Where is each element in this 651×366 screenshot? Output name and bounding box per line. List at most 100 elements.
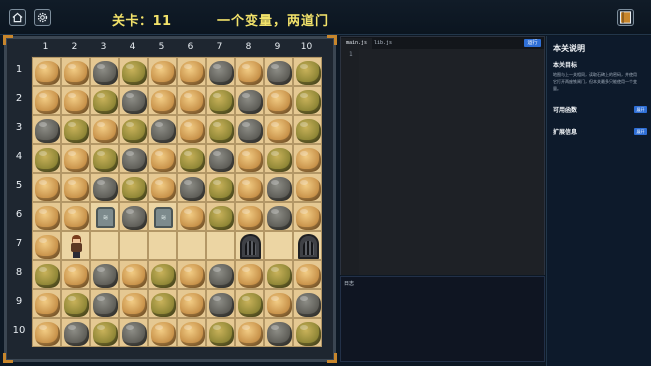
goal-title: 本关目标 <box>553 62 578 69</box>
sand-rock-icon <box>35 61 60 85</box>
grid-cell-moss-rock <box>32 260 61 289</box>
moss-rock-icon <box>151 264 176 288</box>
grid-cell-grey-rock <box>206 289 235 318</box>
grid-cell-sand-rock <box>32 289 61 318</box>
grid-cell-sand-rock <box>235 173 264 202</box>
grid-cell-sand-rock <box>235 318 264 347</box>
grid-cell-moss-rock <box>235 289 264 318</box>
moss-rock-icon <box>296 322 321 346</box>
sand-rock-icon <box>122 293 147 317</box>
sand-rock-icon <box>64 206 89 230</box>
moss-rock-icon <box>209 322 234 346</box>
sand-rock-icon <box>238 264 263 288</box>
grey-rock-icon <box>296 293 321 317</box>
moss-rock-icon <box>296 90 321 114</box>
sand-rock-icon <box>64 90 89 114</box>
info-title: 本关说明 <box>553 44 585 53</box>
grid-cell-moss-rock <box>61 289 90 318</box>
row-header: 8 <box>15 267 23 278</box>
sand-rock-icon <box>238 177 263 201</box>
grid-cell-moss-rock <box>90 86 119 115</box>
tab-main-js[interactable]: main.js <box>341 38 373 49</box>
grid-cell-sand-rock <box>32 173 61 202</box>
sand-rock-icon <box>151 61 176 85</box>
grey-rock-icon <box>267 206 292 230</box>
sand-rock-icon <box>267 90 292 114</box>
grid-cell-sand-rock <box>90 115 119 144</box>
row-header: 5 <box>15 180 23 191</box>
frame-corner <box>327 353 337 363</box>
grid-cell-moss-rock <box>61 115 90 144</box>
grey-rock-icon <box>93 293 118 317</box>
moss-rock-icon <box>209 206 234 230</box>
grid-cell-floor <box>148 231 177 260</box>
game-screen: 关卡：11 一个变量，两道门 1 2 3 4 5 6 7 8 9 10 1 2 3 4 5 6 7 8 9 10 ≋… <box>0 0 651 366</box>
book-icon <box>620 11 631 24</box>
grid-cell-moss-rock <box>119 173 148 202</box>
sand-rock-icon <box>296 148 321 172</box>
sand-rock-icon <box>35 293 60 317</box>
sand-rock-icon <box>151 148 176 172</box>
sand-rock-icon <box>35 177 60 201</box>
gear-icon <box>37 12 48 23</box>
home-icon <box>12 12 23 23</box>
moss-rock-icon <box>35 148 60 172</box>
moss-rock-icon <box>35 264 60 288</box>
grid-cell-sand-rock <box>293 202 322 231</box>
grid-cell-grey-rock <box>293 289 322 318</box>
grid-cell-hero <box>61 231 90 260</box>
grid-cell-sand-rock <box>177 289 206 318</box>
grid-cell-grey-rock <box>264 202 293 231</box>
grid-cell-sand-rock <box>235 202 264 231</box>
sand-rock-icon <box>64 148 89 172</box>
code-input[interactable] <box>359 49 544 275</box>
grid-cell-stone-tablet: ≋ <box>148 202 177 231</box>
grid-cell-iron-gate <box>293 231 322 260</box>
grid-cell-grey-rock <box>90 173 119 202</box>
sand-rock-icon <box>151 90 176 114</box>
sand-rock-icon <box>296 177 321 201</box>
guide-button[interactable] <box>617 9 634 26</box>
grid-cell-moss-rock <box>148 260 177 289</box>
extra-info-label: 扩展信息 <box>553 129 578 136</box>
sand-rock-icon <box>296 264 321 288</box>
sand-rock-icon <box>64 264 89 288</box>
grid-cell-sand-rock <box>264 86 293 115</box>
sand-rock-icon <box>122 264 147 288</box>
functions-expand-button[interactable]: 展开 <box>634 106 647 113</box>
moss-rock-icon <box>267 148 292 172</box>
moss-rock-icon <box>64 119 89 143</box>
moss-rock-icon <box>93 322 118 346</box>
sand-rock-icon <box>180 90 205 114</box>
moss-rock-icon <box>267 264 292 288</box>
extra-info-expand-button[interactable]: 展开 <box>634 128 647 135</box>
run-button[interactable]: 运行 <box>524 39 541 47</box>
grid-cell-sand-rock <box>61 173 90 202</box>
moss-rock-icon <box>93 90 118 114</box>
grey-rock-icon <box>267 61 292 85</box>
grid-cell-moss-rock <box>264 260 293 289</box>
grid-cell-grey-rock <box>206 260 235 289</box>
home-button[interactable] <box>9 9 26 26</box>
column-header: 7 <box>216 42 223 52</box>
line-number: 1 <box>349 51 353 58</box>
grid-cell-sand-rock <box>61 202 90 231</box>
column-header: 2 <box>71 42 78 52</box>
tab-lib-js[interactable]: lib.js <box>369 38 397 49</box>
grey-rock-icon <box>209 293 234 317</box>
moss-rock-icon <box>296 61 321 85</box>
row-header: 6 <box>15 209 23 220</box>
sand-rock-icon <box>238 322 263 346</box>
grid-cell-grey-rock <box>119 144 148 173</box>
row-header: 4 <box>15 151 23 162</box>
row-header: 7 <box>15 238 23 249</box>
game-grid: ≋ ≋ <box>31 56 322 347</box>
grid-cell-sand-rock <box>61 260 90 289</box>
grid-cell-sand-rock <box>61 57 90 86</box>
grey-rock-icon <box>122 90 147 114</box>
grid-cell-grey-rock <box>206 144 235 173</box>
settings-button[interactable] <box>34 9 51 26</box>
sand-rock-icon <box>35 90 60 114</box>
grid-cell-sand-rock <box>177 86 206 115</box>
grid-cell-sand-rock <box>177 57 206 86</box>
